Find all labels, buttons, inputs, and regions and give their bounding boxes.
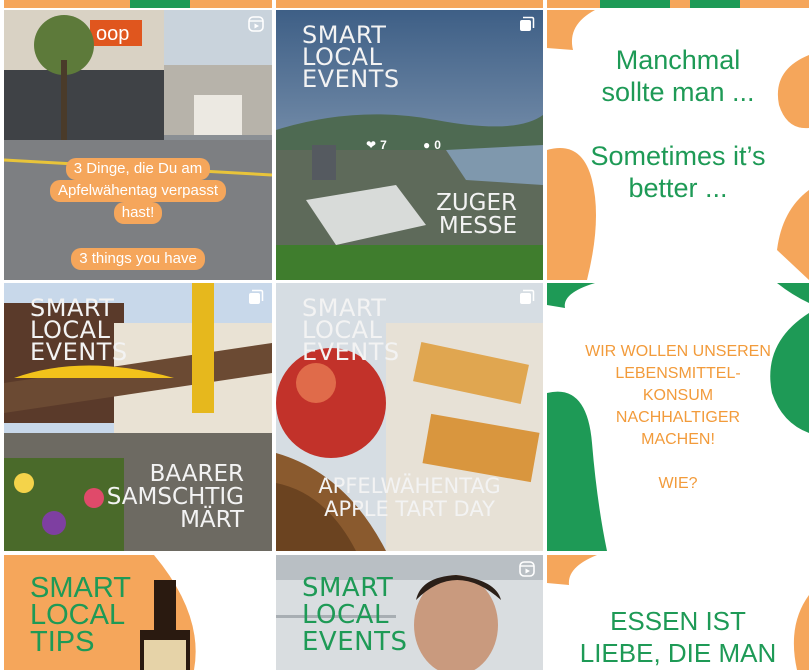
brand-line: LOCAL	[302, 600, 389, 630]
headline-de: Manchmal sollte man ...	[547, 44, 809, 108]
caption-overlay: 3 Dinge, die Du am Apfelwähentag verpass…	[4, 158, 272, 270]
like-count: ❤ 7	[366, 138, 387, 152]
headline: WIR WOLLEN UNSEREN LEBENSMITTEL- KONSUM …	[547, 341, 809, 495]
brand-line: TIPS	[30, 626, 95, 658]
brand-line: EVENTS	[302, 338, 400, 366]
comment-count-value: 0	[434, 138, 441, 152]
event-title: BAARER SAMSCHTIG MÄRT	[107, 463, 244, 532]
headline-line: NACHHALTIGER	[615, 409, 741, 426]
svg-text:oop: oop	[96, 23, 129, 45]
venue-line: MESSE	[438, 213, 517, 239]
post-tile-5[interactable]: SMART LOCAL EVENTS APFELWÄHENTAG APPLE T…	[276, 283, 543, 551]
headline: ESSEN IST LIEBE, DIE MAN	[547, 605, 809, 669]
headline-en: Sometimes it’s better ...	[547, 140, 809, 204]
brand-line: EVENTS	[302, 65, 400, 93]
headline-line: LIEBE, DIE MAN	[579, 638, 777, 668]
brand-line: SMART	[30, 572, 131, 604]
caption-line: hast!	[113, 202, 163, 224]
carousel-icon	[520, 289, 535, 304]
headline-line: ESSEN IST	[610, 606, 746, 636]
venue-line: ZUGER	[436, 190, 517, 216]
caption-line: 3 things you have	[71, 248, 205, 270]
caption-line: Apfelwähentag verpasst	[49, 180, 227, 202]
post-tile-7[interactable]: SMART LOCAL TIPS	[4, 555, 272, 670]
event-line: BAARER	[149, 461, 244, 487]
carousel-icon	[520, 16, 535, 31]
post-tile-2[interactable]: SMART LOCAL EVENTS ❤ 7 ● 0 ZUGER MESSE	[276, 10, 543, 280]
comment-icon: ●	[423, 138, 431, 152]
heart-icon: ❤	[366, 138, 377, 152]
brand-line: SMART	[302, 573, 394, 603]
headline-line: WIE?	[658, 475, 698, 492]
post-tile-6[interactable]: WIR WOLLEN UNSEREN LEBENSMITTEL- KONSUM …	[547, 283, 809, 551]
event-title: APFELWÄHENTAG APPLE TART DAY	[302, 475, 517, 521]
comment-count: ● 0	[423, 138, 441, 152]
post-tile-1[interactable]: oop 3 Dinge, die Du am Apfelwähentag ver…	[4, 10, 272, 280]
headline-line: Manchmal	[615, 45, 741, 75]
brand-line: LOCAL	[30, 599, 126, 631]
headline-line: Sometimes it’s	[590, 141, 766, 171]
event-line: SAMSCHTIG	[106, 484, 244, 510]
post-tile-4[interactable]: SMART LOCAL EVENTS BAARER SAMSCHTIG MÄRT	[4, 283, 272, 551]
headline-line: WIR WOLLEN UNSEREN	[585, 343, 771, 360]
headline-line: sollte man ...	[601, 77, 755, 107]
like-count-value: 7	[380, 138, 387, 152]
headline-line	[547, 451, 809, 473]
carousel-icon	[249, 289, 264, 304]
brand-line: EVENTS	[30, 338, 128, 366]
profile-post-grid: oop 3 Dinge, die Du am Apfelwähentag ver…	[0, 0, 809, 670]
reel-icon	[248, 561, 264, 577]
event-line: APPLE TART DAY	[324, 497, 495, 521]
post-tile-3[interactable]: Manchmal sollte man ... Sometimes it’s b…	[547, 10, 809, 280]
venue-title: ZUGER MESSE	[436, 192, 517, 238]
post-tile-8[interactable]: SMART LOCAL EVENTS	[276, 555, 543, 670]
brand-text: SMART LOCAL EVENTS	[302, 296, 400, 366]
reel-icon	[519, 561, 535, 577]
headline-line: MACHEN!	[641, 431, 715, 448]
brand-text: SMART LOCAL EVENTS	[302, 575, 407, 656]
caption-line: 3 Dinge, die Du am	[65, 158, 211, 180]
event-line: APFELWÄHENTAG	[318, 474, 501, 498]
brand-text: SMART LOCAL EVENTS	[302, 23, 400, 93]
reel-icon	[248, 16, 264, 32]
headline-line: KONSUM	[642, 387, 714, 404]
headline-line: better ...	[628, 173, 728, 203]
top-strip	[0, 0, 809, 8]
brand-line: EVENTS	[302, 627, 408, 657]
event-line: MÄRT	[180, 507, 244, 533]
headline-line: LEBENSMITTEL-	[615, 365, 741, 382]
brand-text: SMART LOCAL EVENTS	[30, 296, 128, 366]
brand-text: SMART LOCAL TIPS	[30, 572, 131, 658]
post-tile-9[interactable]: ESSEN IST LIEBE, DIE MAN	[547, 555, 809, 670]
